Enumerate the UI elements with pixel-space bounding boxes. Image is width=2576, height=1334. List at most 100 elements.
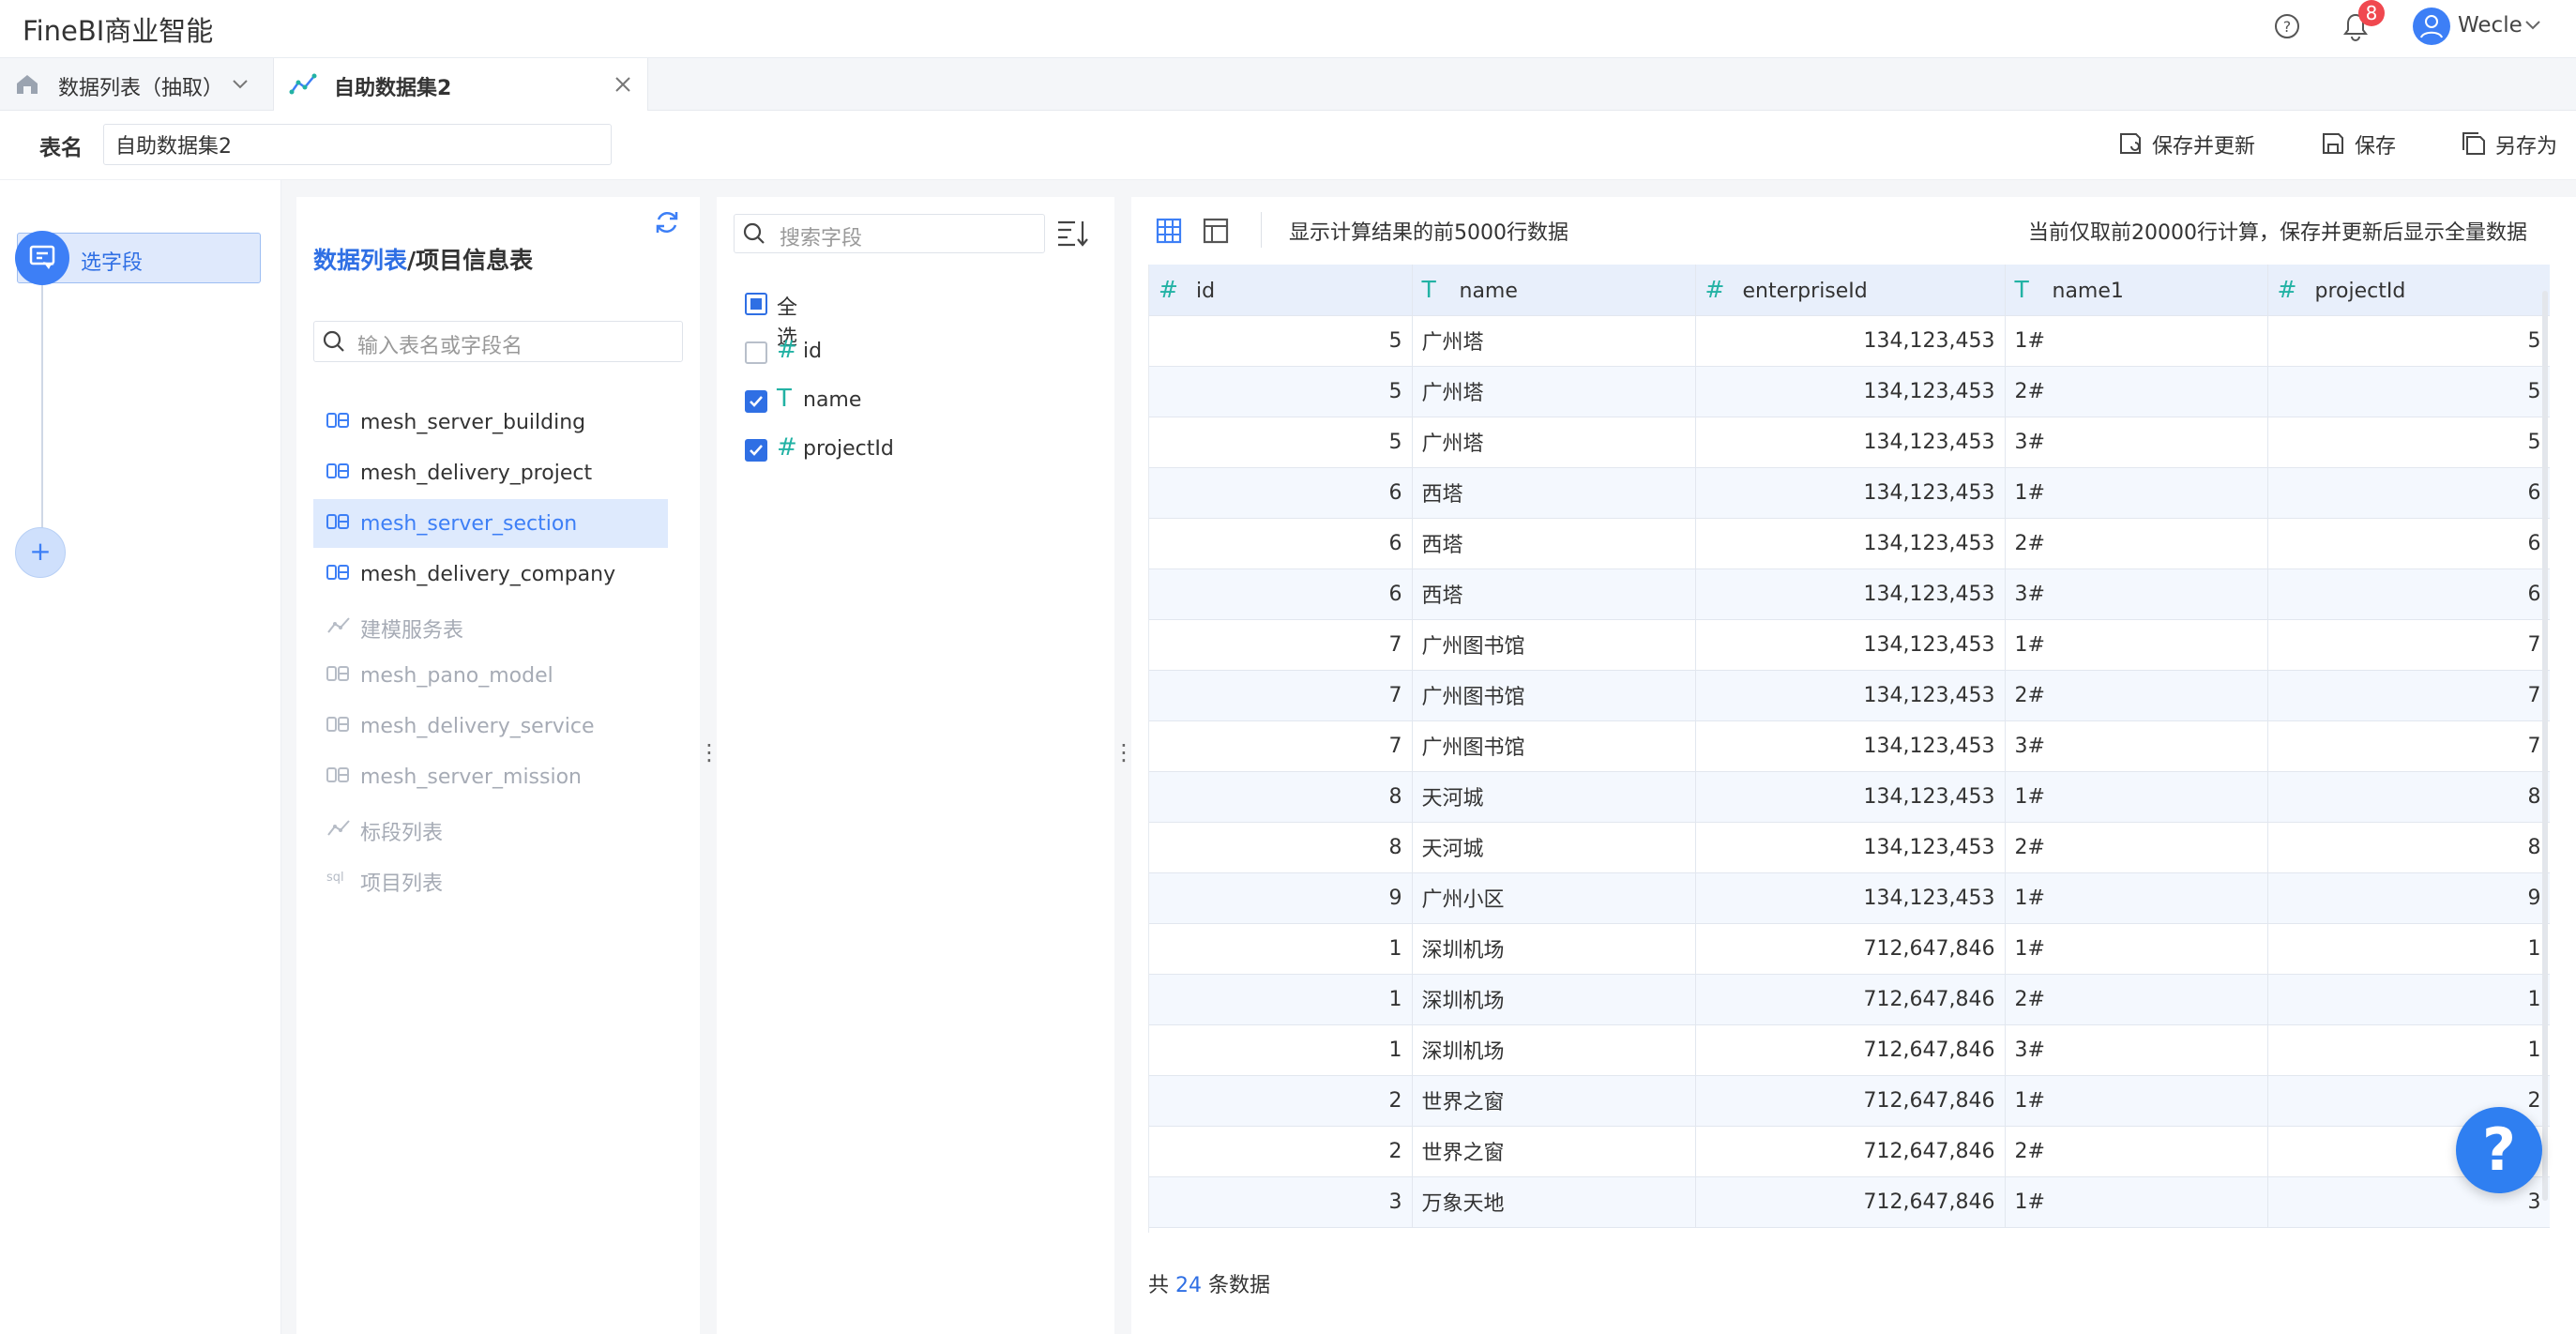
app-title: FineBI商业智能 bbox=[23, 15, 214, 47]
tab-dataset[interactable]: 自助数据集2 bbox=[273, 58, 648, 111]
table-cell: 广州塔 bbox=[1412, 417, 1696, 468]
step-connector bbox=[41, 285, 43, 533]
column-header[interactable]: # enterpriseId bbox=[1695, 265, 2006, 316]
table-row: 6 西塔 134,123,453 3# 6 bbox=[1149, 568, 2550, 620]
table-list-item[interactable]: mesh_pano_model bbox=[313, 651, 668, 700]
table-cell: 深圳机场 bbox=[1412, 1024, 1696, 1076]
column-header-label: id bbox=[1196, 280, 1216, 304]
tab-data-list[interactable]: 数据列表（抽取） bbox=[0, 58, 272, 111]
table-cell: 世界之窗 bbox=[1412, 1075, 1696, 1127]
table-list-item[interactable]: mesh_server_mission bbox=[313, 752, 668, 801]
field-type-icon: # bbox=[2277, 276, 2297, 304]
db-icon bbox=[326, 413, 349, 428]
checkbox[interactable] bbox=[745, 293, 767, 315]
column-header-label: name1 bbox=[2052, 280, 2124, 304]
table-list-item[interactable]: mesh_delivery_company bbox=[313, 550, 668, 599]
table-cell: 712,647,846 bbox=[1695, 974, 2006, 1025]
table-row: 1 深圳机场 712,647,846 1# 1 bbox=[1149, 923, 2550, 975]
field-label: name bbox=[803, 388, 862, 412]
table-cell: 2# bbox=[2005, 822, 2268, 873]
column-header[interactable]: Tname bbox=[1412, 265, 1696, 316]
db-icon bbox=[326, 565, 349, 580]
breadcrumb-link[interactable]: 数据列表 bbox=[313, 247, 407, 274]
field-type-icon: T bbox=[1421, 276, 1436, 304]
grid-view-icon[interactable] bbox=[1156, 218, 1182, 244]
save-update-icon bbox=[2118, 131, 2143, 156]
table-list-item[interactable]: mesh_delivery_project bbox=[313, 448, 668, 497]
name-bar: 表名 保存并更新 保存 另存为 bbox=[0, 111, 2576, 180]
chevron-down-icon[interactable] bbox=[2523, 19, 2542, 32]
field-search-input[interactable]: 搜索字段 bbox=[734, 214, 1045, 253]
table-cell: 5 bbox=[1149, 366, 1413, 417]
table-cell: 6 bbox=[2267, 467, 2550, 519]
close-icon[interactable] bbox=[614, 75, 632, 94]
column-header-label: projectId bbox=[2314, 280, 2406, 304]
table-row: 6 西塔 134,123,453 1# 6 bbox=[1149, 467, 2550, 519]
table-cell: 8 bbox=[1149, 771, 1413, 823]
table-cell: 6 bbox=[2267, 568, 2550, 620]
checkbox[interactable] bbox=[745, 390, 767, 413]
notification-badge: 8 bbox=[2358, 0, 2385, 26]
field-label: projectId bbox=[803, 437, 894, 461]
table-name-input[interactable] bbox=[103, 124, 612, 165]
table-list-item[interactable]: 建模服务表 bbox=[313, 600, 668, 649]
add-step-button[interactable]: + bbox=[15, 527, 66, 578]
table-cell: 134,123,453 bbox=[1695, 568, 2006, 620]
table-header-row: # id Tname # enterpriseId Tname1 # projectId bbox=[1149, 265, 2550, 316]
refresh-icon[interactable] bbox=[653, 208, 681, 236]
table-list-item[interactable]: 标段列表 bbox=[313, 803, 668, 852]
db-icon bbox=[326, 666, 349, 681]
table-cell: 3# bbox=[2005, 568, 2268, 620]
table-row: 5 广州塔 134,123,453 3# 5 bbox=[1149, 417, 2550, 468]
column-header[interactable]: # id bbox=[1149, 265, 1413, 316]
table-cell: 5 bbox=[2267, 366, 2550, 417]
db-icon bbox=[326, 717, 349, 732]
table-list-item-label: mesh_server_section bbox=[360, 512, 578, 536]
help-icon[interactable]: ? bbox=[2274, 13, 2300, 39]
checkbox[interactable] bbox=[745, 439, 767, 462]
table-cell: 1 bbox=[2267, 923, 2550, 975]
table-list-item[interactable]: mesh_server_section bbox=[313, 499, 668, 548]
column-header-label: name bbox=[1459, 280, 1518, 304]
column-header-label: enterpriseId bbox=[1742, 280, 1868, 304]
table-cell: 1# bbox=[2005, 923, 2268, 975]
help-button[interactable]: ? bbox=[2456, 1107, 2542, 1193]
table-cell: 7 bbox=[2267, 619, 2550, 671]
table-list-item[interactable]: mesh_server_building bbox=[313, 398, 668, 447]
table-list-item[interactable]: sql 项目列表 bbox=[313, 854, 668, 902]
table-cell: 134,123,453 bbox=[1695, 670, 2006, 721]
vertical-scrollbar[interactable] bbox=[2542, 291, 2548, 1201]
avatar[interactable] bbox=[2413, 8, 2450, 45]
table-cell: 1# bbox=[2005, 872, 2268, 924]
table-cell: 1# bbox=[2005, 315, 2268, 367]
sort-icon[interactable] bbox=[1056, 218, 1090, 250]
layout-view-icon[interactable] bbox=[1203, 218, 1229, 244]
table-list-panel: 数据列表/项目信息表 输入表名或字段名 mesh_server_building… bbox=[296, 197, 700, 1334]
table-list-item-label: 建模服务表 bbox=[360, 619, 464, 643]
column-header[interactable]: # projectId bbox=[2267, 265, 2550, 316]
table-row: 3 万象天地 712,647,846 1# 3 bbox=[1149, 1176, 2550, 1228]
table-cell: 广州图书馆 bbox=[1412, 619, 1696, 671]
table-search-input[interactable]: 输入表名或字段名 bbox=[313, 321, 683, 362]
search-placeholder: 搜索字段 bbox=[780, 227, 863, 250]
checkbox[interactable] bbox=[745, 341, 767, 364]
table-cell: 7 bbox=[1149, 670, 1413, 721]
table-cell: 134,123,453 bbox=[1695, 417, 2006, 468]
table-cell: 7 bbox=[1149, 720, 1413, 772]
divider bbox=[1261, 212, 1262, 248]
table-cell: 9 bbox=[1149, 872, 1413, 924]
row-count: 共 24 条数据 bbox=[1148, 1268, 1270, 1298]
table-cell: 2# bbox=[2005, 518, 2268, 569]
table-row: 9 广州小区 134,123,453 1# 9 bbox=[1149, 872, 2550, 924]
search-placeholder: 输入表名或字段名 bbox=[357, 335, 523, 358]
table-row: 1 深圳机场 712,647,846 3# 1 bbox=[1149, 1024, 2550, 1076]
table-cell: 134,123,453 bbox=[1695, 720, 2006, 772]
table-list-item[interactable]: mesh_delivery_service bbox=[313, 702, 668, 750]
table-cell: 2# bbox=[2005, 366, 2268, 417]
column-header[interactable]: Tname1 bbox=[2005, 265, 2268, 316]
table-cell: 712,647,846 bbox=[1695, 1024, 2006, 1076]
table-cell: 712,647,846 bbox=[1695, 1126, 2006, 1177]
table-cell: 1 bbox=[1149, 923, 1413, 975]
chevron-down-icon[interactable] bbox=[231, 78, 250, 91]
username[interactable]: Wecle bbox=[2458, 13, 2523, 38]
